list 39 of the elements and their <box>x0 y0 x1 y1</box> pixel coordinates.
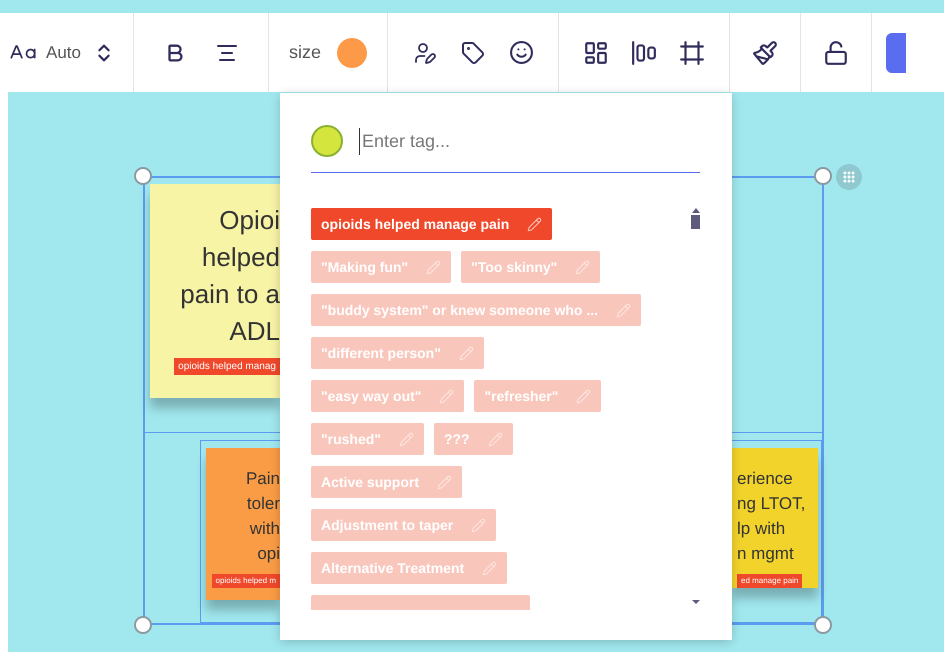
pencil-icon[interactable] <box>527 216 542 232</box>
scroll-down-icon[interactable] <box>692 600 700 604</box>
tag-chip[interactable]: "buddy system" or knew someone who ... <box>311 294 641 326</box>
tag-chip[interactable]: ??? <box>434 423 513 455</box>
note-text: toler <box>246 493 280 515</box>
sticky-note[interactable]: Pain toler with opi opioids helped m <box>206 448 280 600</box>
toolbar-button[interactable] <box>886 32 906 72</box>
tag-chip[interactable]: Active support <box>311 466 462 498</box>
note-tag: opioids helped m <box>212 574 280 588</box>
font-size-value[interactable]: Auto <box>46 40 81 66</box>
tag-chip[interactable]: "rushed" <box>311 423 424 455</box>
tag-chip[interactable]: "Making fun" <box>311 251 452 283</box>
tag-chip[interactable]: "different person" <box>311 337 484 369</box>
note-text: with <box>248 518 280 540</box>
note-text: helped <box>200 241 280 274</box>
tag-chip[interactable]: Adjustment to taper <box>311 509 496 541</box>
note-tag: ed manage pain <box>737 574 802 588</box>
tag-chip[interactable]: Alternative Treatment <box>311 552 508 584</box>
sticky-note[interactable]: erience ng LTOT, lp with n mgmt ed manage pain <box>732 448 818 588</box>
note-text: pain to a <box>180 278 280 311</box>
note-text: Pain <box>246 468 280 490</box>
color-swatch[interactable] <box>337 38 367 68</box>
note-text: ng LTOT, <box>737 493 806 515</box>
tag-chip[interactable]: "refresher" <box>474 380 602 412</box>
note-text: n mgmt <box>737 543 795 565</box>
tag-chip[interactable]: "easy way out" <box>311 380 464 412</box>
tag-chip[interactable]: "Too skinny" <box>461 251 600 283</box>
size-label[interactable]: size <box>288 39 321 66</box>
tag-input[interactable]: Enter tag... <box>359 128 701 154</box>
tag-color-picker[interactable] <box>311 125 343 157</box>
scrollbar-thumb[interactable] <box>691 208 700 229</box>
sticky-note[interactable]: Opioi helped pain to a ADL opioids helped manag <box>150 184 280 398</box>
note-text: opi <box>256 543 280 565</box>
note-text: ADL <box>228 315 280 348</box>
note-text: erience <box>737 468 794 490</box>
tag-chip[interactable]: opioids helped manage pain <box>311 208 552 240</box>
note-tag: opioids helped manag <box>174 358 280 375</box>
note-text: Opioi <box>218 204 280 237</box>
note-text: lp with <box>737 518 786 540</box>
